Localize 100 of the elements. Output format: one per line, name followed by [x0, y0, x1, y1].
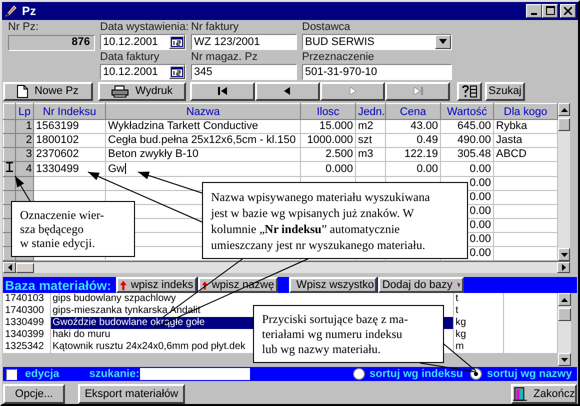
table-cell: kg [456, 329, 466, 340]
table-cell: szt [358, 134, 372, 146]
material-name[interactable]: Kątownik rusztu 24x24x0,6mm pod płyt.dek [52, 341, 246, 352]
window-title: Pz [22, 4, 36, 18]
scroll-right-icon [562, 264, 566, 272]
material-name[interactable]: gips budowlany szpachlowy [52, 293, 176, 304]
material-name[interactable]: haki do muru [52, 329, 110, 340]
scroll-up-icon [560, 108, 568, 112]
radio-button[interactable] [470, 368, 482, 380]
exit-button[interactable]: Zakończ [511, 384, 577, 404]
horizontal-scrollbar[interactable] [3, 261, 570, 274]
table-cell: 1330499 [36, 162, 79, 175]
table-cell: 1325342 [5, 341, 44, 352]
previous-record-button[interactable] [255, 82, 320, 101]
callout-note: Nazwa wpisywanego materiału wyszukiwana jest w bazie wg wpisanych już znaków. W kolumnie „Nr indeksu” automatycznie umieszczany jest nr wyszukanego materiału. [202, 182, 468, 259]
table-cell: t [456, 305, 458, 316]
close-icon [564, 6, 572, 15]
table-cell: 1800102 [36, 134, 79, 146]
column-header[interactable]: Wartość [440, 104, 494, 120]
table-cell: 43.00 [410, 120, 438, 132]
table-cell: 0.00 [416, 162, 438, 175]
table-cell: 0.49 [416, 134, 438, 146]
calendar-icon [171, 36, 183, 47]
search-field[interactable] [140, 368, 250, 380]
table-cell: 1000.000 [307, 134, 353, 146]
column-header[interactable]: Jedn. [356, 104, 386, 120]
table-cell: ABCD [496, 148, 527, 160]
print-button[interactable]: Wydruk [98, 82, 186, 101]
column-header[interactable]: Nr Indeksu [34, 104, 106, 120]
callout-note: Przyciski sortujące bazę z ma- teriałami wg numeru indeksu lub wg nazwy materiału. [253, 305, 444, 363]
table-cell: Rybka [496, 120, 528, 132]
maximize-icon [546, 6, 554, 16]
field-label: Data faktury [100, 50, 160, 63]
table-cell: kg [456, 317, 466, 328]
search-button[interactable]: Szukaj [485, 82, 525, 101]
scroll-up-icon [560, 298, 568, 302]
table-cell: m [456, 341, 464, 352]
text-field[interactable]: 345 [191, 64, 297, 80]
enter-button[interactable]: wpisz indeks [116, 277, 198, 294]
field-label: Nr magaz. Pz [191, 50, 259, 63]
options-button[interactable]: Opcje... [3, 384, 65, 404]
date-field[interactable]: 10.12.2001 [100, 34, 186, 50]
table-cell: 0.00 [470, 248, 491, 260]
up-arrow-icon [202, 278, 208, 292]
radio-button[interactable] [352, 368, 365, 380]
field-label: Nr faktury [191, 20, 240, 33]
column-header[interactable]: Lp [16, 104, 34, 120]
scroll-thumb[interactable] [558, 308, 570, 322]
close-button[interactable] [560, 4, 576, 18]
text-field[interactable]: WZ 123/2001 [191, 34, 297, 50]
leader-line [14, 176, 30, 202]
column-header[interactable]: Cena [386, 104, 440, 120]
table-cell: m3 [358, 148, 374, 160]
table-cell: 645.00 [457, 120, 491, 132]
table-cell: 4 [26, 162, 32, 175]
column-header[interactable]: Nazwa [106, 104, 300, 120]
minimize-icon [531, 12, 537, 15]
radio-label: sortuj wg indeksu [370, 368, 464, 380]
text-field[interactable]: 501-31-970-10 [302, 64, 452, 80]
table-cell: m2 [358, 120, 374, 132]
date-field[interactable]: 10.12.2001 [100, 64, 186, 80]
scroll-down-icon [560, 252, 568, 257]
door-icon [513, 386, 528, 402]
scroll-thumb[interactable] [558, 118, 570, 132]
up-arrow-icon [120, 278, 127, 292]
table-cell: 15.000 [319, 120, 353, 132]
table-cell: Beton zwykły B-10 [108, 148, 198, 160]
scroll-thumb[interactable] [16, 263, 34, 274]
column-header[interactable]: Dla kogo [494, 104, 558, 120]
field-label: szukanie: [89, 368, 140, 380]
vertical-scrollbar[interactable] [558, 103, 570, 262]
first-record-button[interactable] [190, 82, 255, 101]
table-cell: 0.00 [470, 162, 491, 175]
checkbox[interactable] [6, 368, 17, 380]
table-cell: Jasta [496, 134, 522, 146]
calendar-icon [171, 66, 183, 77]
column-header[interactable]: Ilosc [300, 104, 356, 120]
number-field: 876 [8, 34, 95, 51]
minimize-button[interactable] [526, 4, 542, 18]
table-cell: Cegła bud.pełna 25x12x6,5cm - kl.150 [108, 134, 296, 146]
export-button[interactable]: Eksport materiałów [78, 384, 185, 404]
new-pz-button[interactable]: Nowe Pz [3, 82, 93, 101]
list-help-button[interactable] [457, 82, 482, 101]
add-to-database-button[interactable]: Dodaj do bazy [378, 277, 464, 294]
field-label: Przeznaczenie [302, 50, 376, 63]
table-cell: 1563199 [36, 120, 79, 132]
enter-all-button[interactable]: Wpisz wszystko [289, 277, 378, 294]
table-cell: 3 [26, 148, 32, 160]
pen-icon [4, 4, 18, 18]
table-cell: 0.00 [470, 220, 491, 232]
maximize-button[interactable] [542, 4, 558, 18]
table-cell: Wykładzina Tarkett Conductive [108, 120, 258, 132]
vertical-scrollbar[interactable] [558, 293, 570, 366]
table-cell: 0.00 [470, 192, 491, 204]
table-cell: 1330499 [5, 317, 44, 328]
dropdown-arrow-icon [439, 39, 447, 44]
supplier-dropdown[interactable]: BUD SERWIS [302, 34, 452, 50]
last-arrow-icon [412, 87, 422, 96]
scroll-down-icon [560, 358, 568, 362]
question-list-icon [462, 84, 478, 98]
